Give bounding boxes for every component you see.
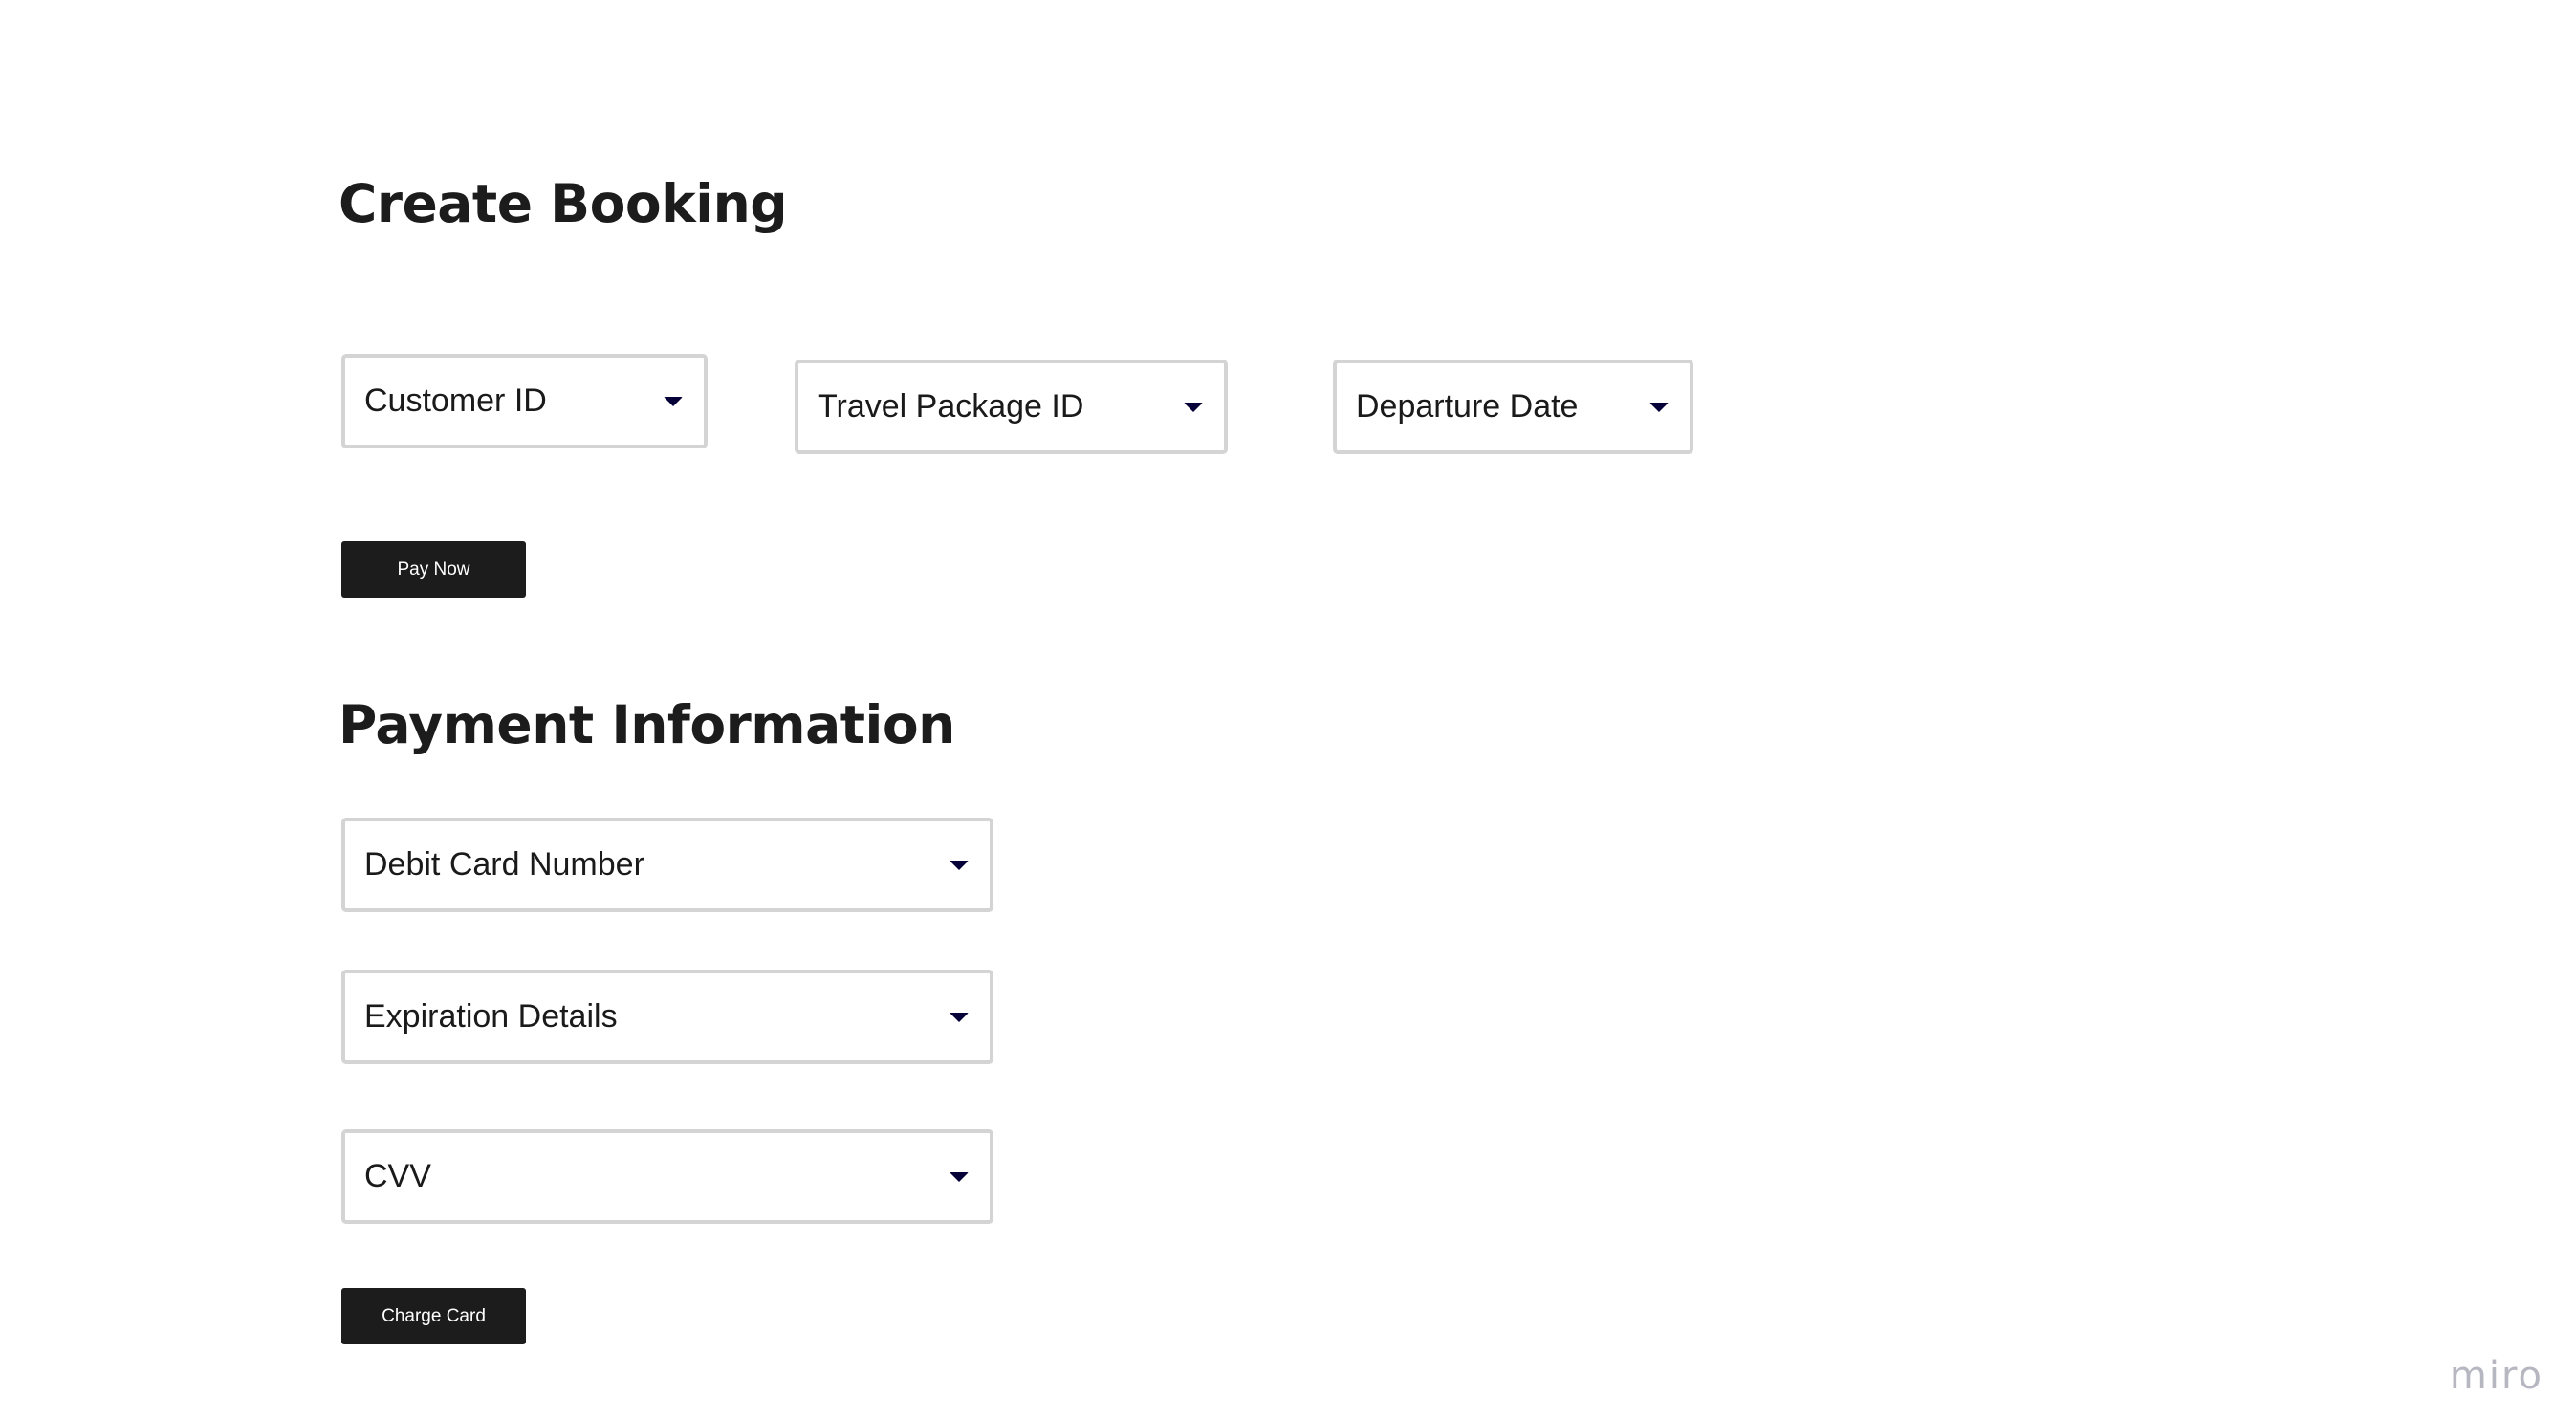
departure-date-label: Departure Date [1356, 388, 1579, 425]
customer-id-select[interactable]: Customer ID [341, 354, 708, 448]
miro-watermark: miro [2449, 1354, 2543, 1398]
debit-card-number-label: Debit Card Number [364, 846, 644, 883]
chevron-down-icon [950, 1012, 969, 1022]
charge-card-button[interactable]: Charge Card [341, 1288, 526, 1344]
chevron-down-icon [950, 860, 969, 870]
debit-card-number-select[interactable]: Debit Card Number [341, 818, 993, 912]
travel-package-id-select[interactable]: Travel Package ID [795, 360, 1228, 454]
chevron-down-icon [1649, 402, 1669, 412]
create-booking-heading: Create Booking [338, 173, 788, 234]
payment-information-heading: Payment Information [338, 694, 955, 755]
chevron-down-icon [664, 396, 683, 406]
departure-date-select[interactable]: Departure Date [1333, 360, 1693, 454]
cvv-label: CVV [364, 1158, 431, 1194]
expiration-details-select[interactable]: Expiration Details [341, 970, 993, 1064]
chevron-down-icon [1184, 402, 1203, 412]
pay-now-button[interactable]: Pay Now [341, 541, 526, 598]
cvv-select[interactable]: CVV [341, 1129, 993, 1224]
chevron-down-icon [950, 1171, 969, 1182]
customer-id-label: Customer ID [364, 382, 547, 419]
travel-package-id-label: Travel Package ID [818, 388, 1084, 425]
expiration-details-label: Expiration Details [364, 998, 618, 1035]
